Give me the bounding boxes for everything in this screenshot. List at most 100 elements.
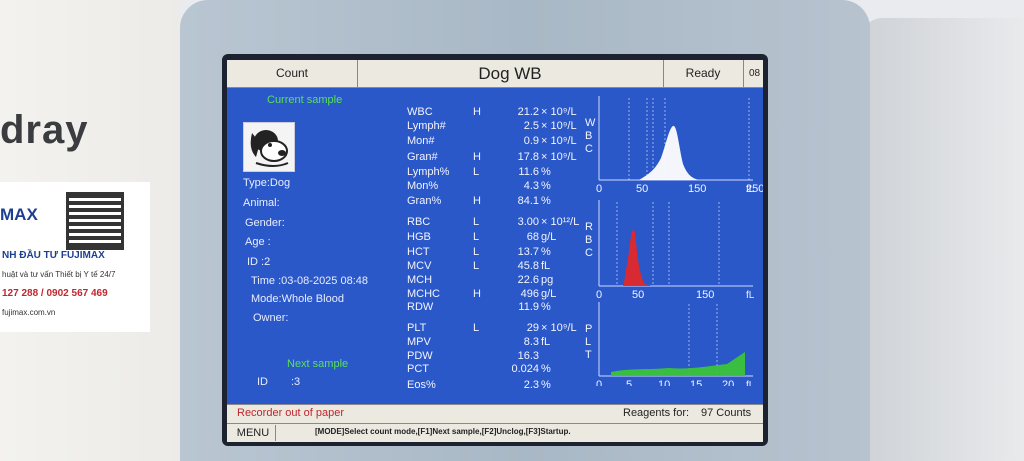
result-value: 13.7 [517, 246, 539, 258]
result-value: 2.3 [523, 379, 539, 391]
result-unit: % [541, 246, 551, 258]
next-sample-id: :3 [291, 376, 301, 388]
count-mode-button[interactable]: Count [227, 60, 358, 87]
menu-bar: MENU [MODE]Select count mode,[F1]Next sa… [227, 423, 763, 442]
result-unit: × 10⁹/L [541, 120, 577, 132]
wbc-tick-label: 0 [596, 183, 602, 195]
qr-code-icon [66, 192, 124, 250]
result-name: RBC [407, 216, 431, 228]
result-name: Lymph% [407, 166, 450, 178]
result-unit: g/L [541, 288, 557, 300]
wbc-label-char: C [585, 143, 593, 155]
adjacent-machine [862, 18, 1024, 461]
sample-id: ID :2 [247, 256, 271, 268]
result-flag: L [473, 231, 480, 243]
result-name: PCT [407, 363, 429, 375]
result-value: 45.8 [517, 260, 539, 272]
plt-tick-label: 20 [722, 379, 734, 386]
result-unit: × 10⁹/L [541, 151, 577, 163]
result-unit: fL [541, 336, 551, 348]
result-value: 496 [520, 288, 539, 300]
plt-tick-label: 10 [658, 379, 670, 386]
next-sample-id-label: ID [257, 376, 268, 388]
result-name: RDW [407, 301, 434, 313]
sample-time: Time :03-08-2025 08:48 [251, 275, 368, 287]
result-value: 0.024 [511, 363, 539, 375]
result-unit: fL [541, 260, 551, 272]
result-name: MCH [407, 274, 433, 286]
plt-label-char: P [585, 323, 592, 335]
result-flag: H [473, 288, 481, 300]
result-unit: % [541, 166, 551, 178]
result-value: 2.5 [523, 120, 539, 132]
sample-age: Age : [245, 236, 271, 248]
result-value: 3.00 [517, 216, 539, 228]
rbc-label-char: C [585, 247, 593, 259]
result-name: Mon% [407, 180, 439, 192]
rbc-tick-label: 150 [696, 289, 714, 301]
sample-gender: Gender: [245, 217, 285, 229]
result-unit: g/L [541, 231, 557, 243]
dog-icon [243, 122, 295, 172]
wbc-tick-label: 50 [636, 183, 648, 195]
page-title: Dog WB [357, 60, 664, 87]
result-flag: H [473, 195, 481, 207]
result-value: 16.3 [517, 350, 539, 362]
result-name: WBC [407, 106, 433, 118]
reagents-count: 97 Counts [701, 407, 752, 419]
plt-unit-label: fL [746, 380, 755, 386]
result-name: Eos% [407, 379, 436, 391]
result-name: PLT [407, 322, 427, 334]
result-name: Mon# [407, 135, 435, 147]
result-value: 21.2 [517, 106, 539, 118]
result-value: 17.8 [517, 151, 539, 163]
result-name: Gran% [407, 195, 442, 207]
sticker-title: NH ĐẦU TƯ FUJIMAX [2, 250, 105, 261]
result-value: 22.6 [517, 274, 539, 286]
message-bar: Recorder out of paper Reagents for: 97 C… [227, 404, 763, 424]
wbc-histogram-curve [623, 125, 699, 180]
result-name: MPV [407, 336, 431, 348]
sticker-web: fujimax.com.vn [2, 308, 56, 317]
result-unit: × 10⁹/L [541, 106, 577, 118]
rbc-unit-label: fL [746, 290, 755, 301]
help-text: [MODE]Select count mode,[F1]Next sample,… [315, 427, 571, 436]
result-unit: % [541, 195, 551, 207]
plt-histogram-curve [611, 352, 745, 376]
brand-logo-fragment: dray [0, 108, 89, 152]
menu-button[interactable]: MENU [231, 425, 276, 441]
result-flag: L [473, 322, 480, 334]
result-name: HCT [407, 246, 430, 258]
wbc-label-char: W [585, 117, 596, 129]
result-flag: L [473, 246, 480, 258]
result-name: Lymph# [407, 120, 446, 132]
wbc-label-char: B [585, 130, 592, 142]
wbc-tick-label: 150 [688, 183, 706, 195]
rbc-tick-label: 50 [632, 289, 644, 301]
sticker-logo: MAX [0, 205, 38, 224]
rbc-tick-label: 0 [596, 289, 602, 301]
recorder-message: Recorder out of paper [237, 407, 345, 419]
next-sample-label: Next sample [287, 358, 349, 370]
sample-type: Type:Dog [243, 177, 291, 189]
result-name: HGB [407, 231, 431, 243]
rbc-histogram-curve [623, 229, 651, 286]
result-unit: × 10¹²/L [541, 216, 580, 228]
sticker-line: huật và tư vấn Thiết bị Y tế 24/7 [2, 270, 116, 279]
wbc-unit-label: fL [746, 184, 755, 195]
analyzer-screen: Count Dog WB Ready 08 49 Current sample … [227, 60, 763, 442]
plt-label-char: L [585, 336, 591, 348]
result-name: MCV [407, 260, 432, 272]
result-value: 8.3 [523, 336, 539, 348]
result-value: 84.1 [517, 195, 539, 207]
plt-tick-label: 15 [690, 379, 702, 386]
result-value: 0.9 [523, 135, 539, 147]
result-unit: % [541, 363, 551, 375]
result-unit: % [541, 379, 551, 391]
result-flag: L [473, 216, 480, 228]
result-value: 11.9 [518, 301, 539, 313]
rbc-label-char: B [585, 234, 592, 246]
result-flag: L [473, 260, 480, 272]
result-name: PDW [407, 350, 433, 362]
result-name: Gran# [407, 151, 438, 163]
